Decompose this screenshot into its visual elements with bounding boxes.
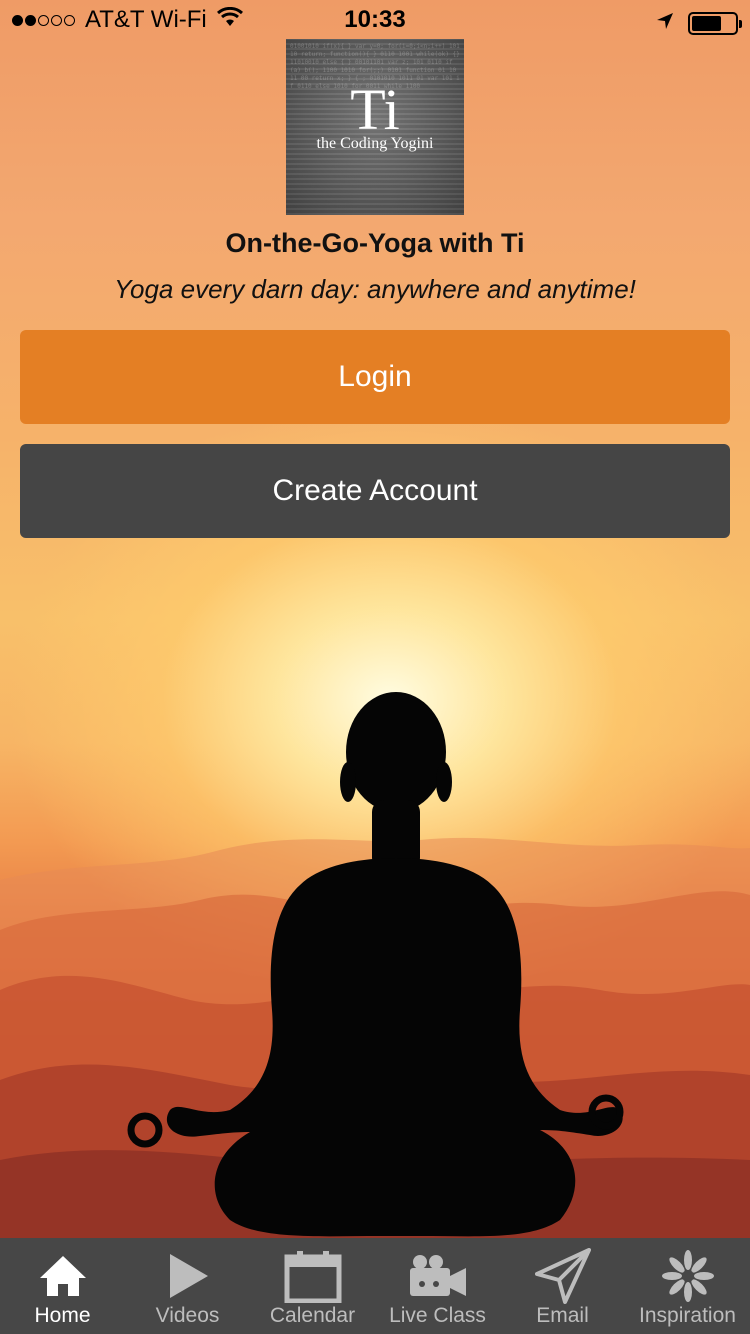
status-right <box>656 9 742 37</box>
flower-icon <box>625 1246 750 1306</box>
create-account-button[interactable]: Create Account <box>20 444 730 538</box>
app-tagline: Yoga every darn day: anywhere and anytim… <box>114 274 636 304</box>
status-bar: AT&T Wi-Fi 10:33 <box>0 0 750 40</box>
tab-inspiration[interactable]: Inspiration <box>625 1238 750 1334</box>
tab-home[interactable]: Home <box>0 1238 125 1334</box>
tab-label: Home <box>34 1304 91 1327</box>
tab-label: Calendar <box>269 1304 356 1327</box>
tab-label: Videos <box>155 1304 220 1327</box>
location-arrow-icon <box>656 9 674 37</box>
login-button[interactable]: Login <box>20 330 730 424</box>
app-title: On-the-Go-Yoga with Ti <box>225 228 525 258</box>
video-camera-icon <box>375 1246 500 1306</box>
tab-label: Email <box>536 1304 589 1327</box>
tab-label: Inspiration <box>639 1304 736 1327</box>
tab-live-class[interactable]: Live Class <box>375 1238 500 1334</box>
tab-videos[interactable]: Videos <box>125 1238 250 1334</box>
status-time: 10:33 <box>344 6 406 33</box>
app-logo: 01001010 if(x){ } var y=0; for(i=0;i<n;i… <box>286 39 464 215</box>
tab-email[interactable]: Email <box>500 1238 625 1334</box>
logo-subtitle: the Coding Yogini <box>316 135 434 152</box>
tab-label: Live Class <box>389 1304 486 1327</box>
calendar-icon <box>250 1246 375 1306</box>
battery-icon <box>688 11 742 35</box>
logo-mark: Ti <box>350 77 400 142</box>
tab-bar: Home Videos Calendar Live Class Email In… <box>0 1238 750 1334</box>
tab-calendar[interactable]: Calendar <box>250 1238 375 1334</box>
paper-plane-icon <box>500 1246 625 1306</box>
home-icon <box>0 1246 125 1306</box>
play-icon <box>125 1246 250 1306</box>
